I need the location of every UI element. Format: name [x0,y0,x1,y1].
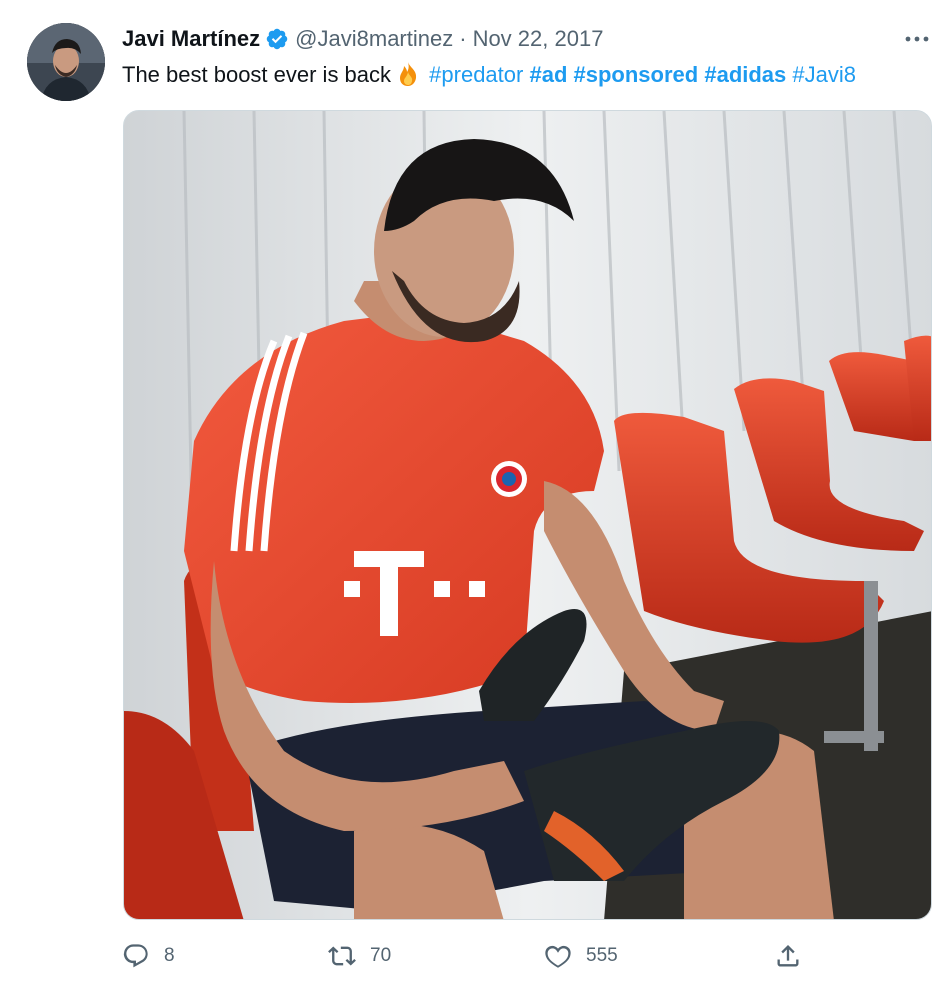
action-bar: 8 70 555 [122,938,812,974]
tweet-date[interactable]: Nov 22, 2017 [473,24,604,54]
author-handle[interactable]: @Javi8martinez [295,24,453,54]
more-icon[interactable] [902,26,932,52]
like-count: 555 [586,945,618,966]
tweet-text: The best boost ever is back #predator #a… [122,60,856,90]
like-icon [545,945,571,968]
avatar-image [27,23,105,101]
display-name[interactable]: Javi Martínez [122,24,260,54]
hashtag-predator[interactable]: #predator [429,62,523,87]
share-icon [777,945,799,967]
share-action[interactable] [774,938,802,974]
retweet-action[interactable]: 70 [328,938,391,974]
reply-icon [123,944,148,968]
separator-dot: · [459,26,467,51]
retweet-count: 70 [370,945,392,966]
hashtag-javi8[interactable]: #Javi8 [792,62,856,87]
tweet-body: The best boost ever is back [122,62,392,87]
hashtag-sponsored[interactable]: #sponsored [574,62,699,87]
reply-count: 8 [164,945,175,966]
tweet-card: Javi Martínez @Javi8martinez · Nov 22, 2… [0,0,946,986]
like-action[interactable]: 555 [544,938,618,974]
reply-action[interactable]: 8 [122,938,175,974]
tweet-photo[interactable] [123,110,932,920]
fire-emoji-icon [395,61,421,87]
tweet-header: Javi Martínez @Javi8martinez · Nov 22, 2… [122,24,603,54]
photo-illustration [124,111,931,919]
hashtag-ad[interactable]: #ad [529,62,567,87]
avatar[interactable] [27,23,105,101]
hashtag-adidas[interactable]: #adidas [704,62,786,87]
verified-badge-icon [265,27,289,51]
retweet-icon [328,946,356,966]
